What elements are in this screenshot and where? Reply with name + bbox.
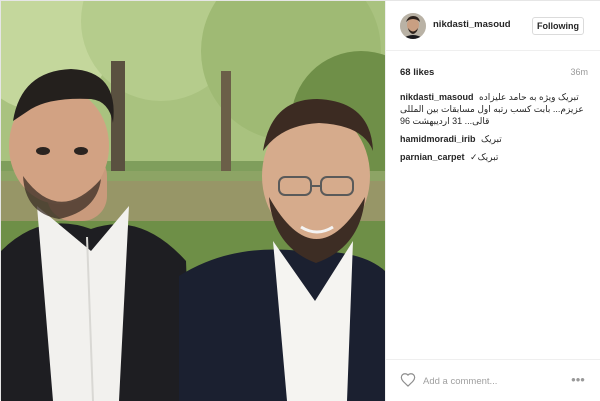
photo-image [1,1,385,401]
likes-row: 68 likes 36m [400,67,588,81]
post-sidebar: nikdasti_masoud Following 68 likes 36m n… [385,1,600,401]
caption-username[interactable]: nikdasti_masoud [400,92,474,102]
more-options-icon[interactable]: ••• [568,372,588,388]
comment-item: hamidmoradi_irib تبریک [400,133,590,145]
comment-text: تبریک✓ [470,152,499,162]
heart-icon[interactable] [400,372,416,388]
instagram-post-modal: nikdasti_masoud Following 68 likes 36m n… [0,0,600,401]
following-button[interactable]: Following [532,17,584,35]
post-photo[interactable] [1,1,385,401]
comment-item: parnian_carpet تبریک✓ [400,151,590,163]
comments-list: nikdasti_masoud تبریک ویژه به حامد علیزا… [400,91,590,169]
post-username[interactable]: nikdasti_masoud [433,19,511,30]
likes-count[interactable]: 68 likes [400,67,434,78]
post-header: nikdasti_masoud Following [386,1,600,51]
avatar[interactable] [400,13,426,39]
comment-username[interactable]: hamidmoradi_irib [400,134,476,144]
add-comment-input[interactable] [423,373,553,389]
caption: nikdasti_masoud تبریک ویژه به حامد علیزا… [400,91,590,127]
comment-username[interactable]: parnian_carpet [400,152,465,162]
avatar-image [400,13,426,39]
comment-text: تبریک [481,134,502,144]
post-timestamp[interactable]: 36m [570,67,588,77]
post-footer: ••• [386,359,600,401]
